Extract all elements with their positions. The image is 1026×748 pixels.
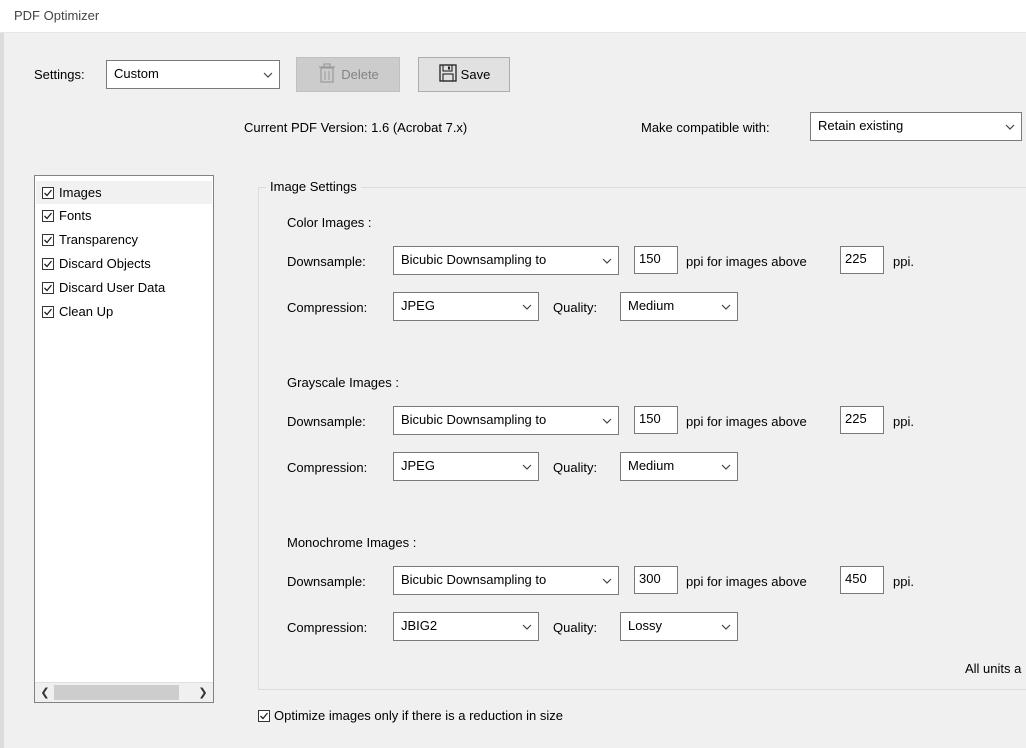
chevron-down-icon: [715, 613, 737, 640]
grayscale-compression-value: JPEG: [401, 458, 435, 473]
delete-button-label: Delete: [341, 67, 379, 82]
grayscale-ppi-suffix: ppi.: [893, 414, 914, 429]
chevron-down-icon: [715, 293, 737, 320]
monochrome-images-heading: Monochrome Images :: [287, 535, 417, 550]
monochrome-compression-value: JBIG2: [401, 618, 438, 633]
color-downsample-value: Bicubic Downsampling to: [401, 252, 547, 267]
compat-dropdown-value: Retain existing: [818, 118, 904, 133]
grayscale-quality-dropdown[interactable]: Medium: [620, 452, 738, 481]
title-bar[interactable]: PDF Optimizer: [0, 0, 1026, 33]
scroll-right-icon[interactable]: ❯: [194, 683, 212, 702]
grayscale-compression-dropdown[interactable]: JPEG: [393, 452, 539, 481]
chevron-down-icon: [999, 113, 1021, 140]
monochrome-above-ppi-input[interactable]: 450: [840, 566, 884, 594]
scroll-left-icon[interactable]: ❮: [36, 683, 54, 702]
color-compression-label: Compression:: [287, 300, 368, 315]
grayscale-downsample-label: Downsample:: [287, 414, 366, 429]
compat-dropdown[interactable]: Retain existing: [810, 112, 1022, 141]
image-settings-title: Image Settings: [266, 179, 361, 194]
color-compression-dropdown[interactable]: JPEG: [393, 292, 539, 321]
settings-dropdown-value: Custom: [114, 66, 159, 81]
floppy-disk-icon: [438, 63, 458, 86]
color-downsample-dropdown[interactable]: Bicubic Downsampling to: [393, 246, 619, 275]
color-quality-dropdown[interactable]: Medium: [620, 292, 738, 321]
color-compression-value: JPEG: [401, 298, 435, 313]
monochrome-quality-dropdown[interactable]: Lossy: [620, 612, 738, 641]
monochrome-above-label: ppi for images above: [686, 574, 807, 589]
color-quality-value: Medium: [628, 298, 675, 313]
grayscale-compression-label: Compression:: [287, 460, 368, 475]
color-above-label: ppi for images above: [686, 254, 807, 269]
list-item-images[interactable]: Images: [36, 181, 212, 204]
chevron-down-icon: [596, 567, 618, 594]
panel-list-hscrollbar[interactable]: ❮ ❯: [35, 682, 213, 702]
optimize-label: Optimize images only if there is a reduc…: [274, 708, 564, 723]
color-images-heading: Color Images :: [287, 215, 372, 230]
grayscale-downsample-value: Bicubic Downsampling to: [401, 412, 547, 427]
chevron-down-icon: [257, 61, 279, 88]
panel-list[interactable]: Images Fonts Transparency Discard Object…: [34, 175, 214, 703]
color-quality-label: Quality:: [553, 300, 598, 315]
monochrome-ppi-input[interactable]: 300: [634, 566, 678, 594]
monochrome-downsample-dropdown[interactable]: Bicubic Downsampling to: [393, 566, 619, 595]
settings-label: Settings:: [34, 67, 85, 82]
grayscale-images-heading: Grayscale Images :: [287, 375, 399, 390]
list-item-label: Transparency: [59, 232, 138, 247]
grayscale-downsample-dropdown[interactable]: Bicubic Downsampling to: [393, 406, 619, 435]
settings-dropdown[interactable]: Custom: [106, 60, 280, 89]
list-item-transparency[interactable]: Transparency: [36, 228, 212, 251]
monochrome-compression-dropdown[interactable]: JBIG2: [393, 612, 539, 641]
list-item-clean-up[interactable]: Clean Up: [36, 300, 212, 323]
transparency-checkbox[interactable]: [42, 233, 54, 246]
current-pdf-version: Current PDF Version: 1.6 (Acrobat 7.x): [244, 120, 468, 135]
list-item-fonts[interactable]: Fonts: [36, 204, 212, 227]
chevron-down-icon: [516, 613, 538, 640]
clean-up-checkbox[interactable]: [42, 305, 54, 318]
window-title: PDF Optimizer: [14, 8, 100, 23]
grayscale-quality-label: Quality:: [553, 460, 598, 475]
grayscale-above-label: ppi for images above: [686, 414, 807, 429]
monochrome-downsample-label: Downsample:: [287, 574, 366, 589]
color-downsample-label: Downsample:: [287, 254, 366, 269]
monochrome-compression-label: Compression:: [287, 620, 368, 635]
scrollbar-thumb[interactable]: [54, 685, 179, 700]
monochrome-ppi-suffix: ppi.: [893, 574, 914, 589]
list-item-label: Discard User Data: [59, 280, 166, 295]
color-ppi-input[interactable]: 150: [634, 246, 678, 274]
discard-user-data-checkbox[interactable]: [42, 281, 54, 294]
chevron-down-icon: [516, 293, 538, 320]
compat-label: Make compatible with:: [641, 120, 770, 135]
fonts-checkbox[interactable]: [42, 209, 54, 222]
optimize-option[interactable]: Optimize images only if there is a reduc…: [258, 708, 563, 723]
chevron-down-icon: [715, 453, 737, 480]
grayscale-quality-value: Medium: [628, 458, 675, 473]
list-item-label: Images: [59, 185, 102, 200]
list-item-discard-user-data[interactable]: Discard User Data: [36, 276, 212, 299]
save-button-label: Save: [460, 67, 491, 82]
list-item-label: Fonts: [59, 208, 92, 223]
list-item-discard-objects[interactable]: Discard Objects: [36, 252, 212, 275]
save-button[interactable]: Save: [418, 57, 510, 92]
color-above-ppi-input[interactable]: 225: [840, 246, 884, 274]
list-item-label: Clean Up: [59, 304, 114, 319]
grayscale-above-ppi-input[interactable]: 225: [840, 406, 884, 434]
chevron-down-icon: [596, 407, 618, 434]
trash-icon: [317, 62, 337, 87]
monochrome-quality-label: Quality:: [553, 620, 598, 635]
monochrome-quality-value: Lossy: [628, 618, 662, 633]
color-ppi-suffix: ppi.: [893, 254, 914, 269]
grayscale-ppi-input[interactable]: 150: [634, 406, 678, 434]
delete-button[interactable]: Delete: [296, 57, 400, 92]
chevron-down-icon: [596, 247, 618, 274]
discard-objects-checkbox[interactable]: [42, 257, 54, 270]
units-note: All units a: [965, 661, 1022, 676]
list-item-label: Discard Objects: [59, 256, 151, 271]
images-checkbox[interactable]: [42, 186, 54, 199]
optimize-checkbox[interactable]: [258, 709, 270, 722]
monochrome-downsample-value: Bicubic Downsampling to: [401, 572, 547, 587]
chevron-down-icon: [516, 453, 538, 480]
